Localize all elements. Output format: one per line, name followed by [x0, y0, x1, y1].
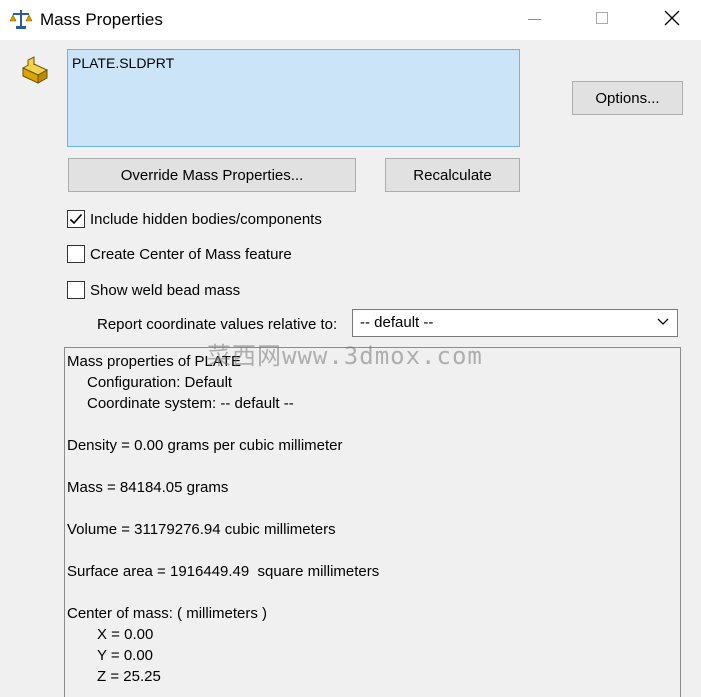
chevron-down-icon	[657, 318, 669, 325]
recalculate-button[interactable]: Recalculate	[385, 158, 520, 192]
output-center-of-mass: Center of mass: ( millimeters )	[67, 605, 268, 622]
create-center-of-mass-checkbox[interactable]: Create Center of Mass feature	[67, 243, 292, 265]
coordinate-system-select[interactable]: -- default --	[352, 309, 678, 337]
output-volume: Volume = 31179276.94 cubic millimeters	[67, 521, 336, 538]
checkbox-label: Include hidden bodies/components	[90, 210, 322, 228]
coordinate-label: Report coordinate values relative to:	[97, 316, 338, 333]
include-hidden-bodies-checkbox[interactable]: Include hidden bodies/components	[67, 208, 322, 230]
part-icon	[21, 56, 49, 84]
window-title: Mass Properties	[40, 10, 163, 29]
checkbox-label: Create Center of Mass feature	[90, 245, 292, 263]
mass-properties-output[interactable]: Mass properties of PLATE Configuration: …	[64, 347, 681, 697]
checkbox[interactable]	[67, 245, 85, 263]
output-configuration: Configuration: Default	[87, 374, 233, 391]
show-weld-bead-mass-checkbox[interactable]: Show weld bead mass	[67, 279, 240, 301]
output-coordinate-system: Coordinate system: -- default --	[87, 395, 294, 412]
output-y: Y = 0.00	[97, 647, 154, 664]
close-icon[interactable]	[660, 8, 684, 30]
checkbox-label: Show weld bead mass	[90, 281, 241, 299]
checkmark-icon	[69, 213, 83, 225]
output-z: Z = 25.25	[97, 668, 161, 685]
maximize-icon[interactable]	[590, 8, 614, 30]
coordinate-select-value: -- default --	[360, 314, 434, 331]
output-x: X = 0.00	[97, 626, 154, 643]
output-surface-area: Surface area = 1916449.49 square millime…	[67, 563, 380, 580]
minimize-icon[interactable]	[522, 8, 546, 30]
title-bar: Mass Properties	[0, 0, 701, 40]
output-density: Density = 0.00 grams per cubic millimete…	[67, 437, 343, 454]
output-mass: Mass = 84184.05 grams	[67, 479, 229, 496]
selected-items-list[interactable]: PLATE.SLDPRT	[67, 49, 520, 147]
scale-icon	[10, 10, 32, 29]
watermark: 菜西网www.3dmox.com	[207, 342, 483, 370]
selected-file[interactable]: PLATE.SLDPRT	[72, 55, 174, 71]
override-mass-properties-button[interactable]: Override Mass Properties...	[68, 158, 356, 192]
checkbox[interactable]	[67, 210, 85, 228]
checkbox[interactable]	[67, 281, 85, 299]
options-button[interactable]: Options...	[572, 81, 683, 115]
